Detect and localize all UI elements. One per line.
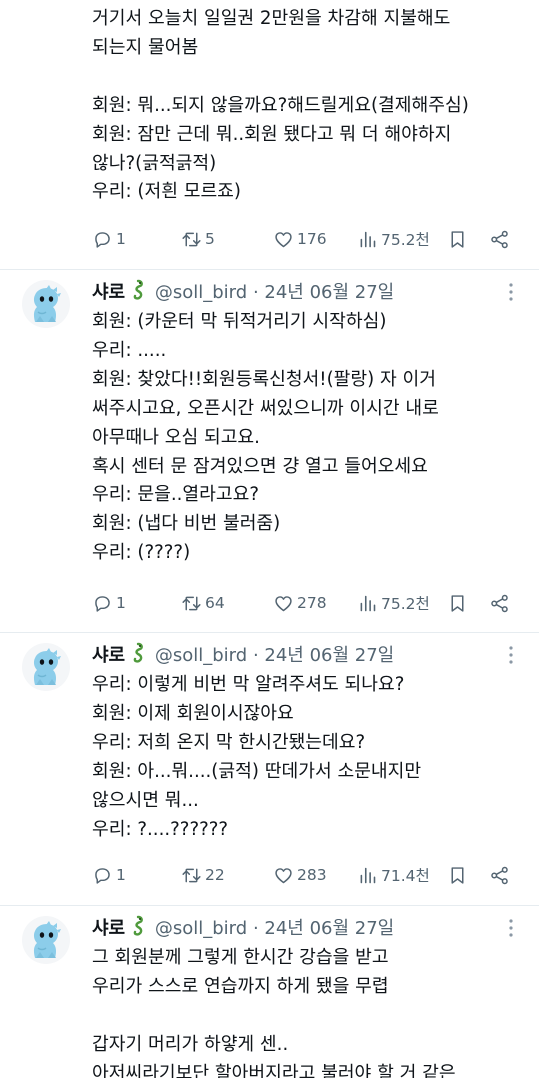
author-handle[interactable]: @soll_bird bbox=[155, 918, 247, 939]
bookmark-button[interactable] bbox=[447, 860, 468, 890]
reply-button[interactable]: 1 bbox=[92, 588, 126, 618]
tweet-0[interactable]: 거기서 오늘치 일일권 2만원을 차감해 지불해도 되는지 물어봄 회원: 뭐.… bbox=[0, 0, 539, 270]
reply-count: 1 bbox=[116, 594, 126, 612]
reply-icon bbox=[92, 865, 113, 886]
like-button[interactable]: 278 bbox=[273, 588, 327, 618]
views-count: 75.2천 bbox=[381, 595, 430, 613]
tweet-text: 회원: (카운터 막 뒤적거리기 시작하심) 우리: ..... 회원: 찾았다… bbox=[92, 311, 439, 564]
retweet-count: 64 bbox=[205, 594, 225, 612]
retweet-count: 5 bbox=[205, 230, 215, 248]
reply-icon bbox=[92, 593, 113, 614]
reply-button[interactable]: 1 bbox=[92, 860, 126, 890]
dragon-emoji-icon bbox=[129, 915, 147, 937]
author-name[interactable]: 샤로 bbox=[92, 918, 125, 939]
tweet-text: 그 회원분께 그렇게 한시간 강습을 받고 우리가 스스로 연습까지 하게 됐을… bbox=[92, 947, 456, 1078]
author-handle[interactable]: @soll_bird bbox=[155, 282, 247, 303]
share-icon bbox=[489, 229, 510, 250]
retweet-button[interactable]: 64 bbox=[181, 588, 225, 618]
tweet-date[interactable]: 24년 06월 27일 bbox=[264, 645, 394, 666]
share-button[interactable] bbox=[489, 860, 510, 890]
reply-icon bbox=[92, 229, 113, 250]
bookmark-icon bbox=[447, 865, 468, 886]
bookmark-button[interactable] bbox=[447, 588, 468, 618]
views-button[interactable]: 71.4천 bbox=[357, 860, 430, 890]
retweet-button[interactable]: 5 bbox=[181, 224, 215, 254]
author-name[interactable]: 샤로 bbox=[92, 282, 125, 303]
tweet-date[interactable]: 24년 06월 27일 bbox=[264, 282, 394, 303]
views-count: 71.4천 bbox=[381, 867, 430, 885]
author-name[interactable]: 샤로 bbox=[92, 645, 125, 666]
more-icon[interactable] bbox=[500, 644, 522, 666]
like-count: 278 bbox=[297, 594, 327, 612]
dragon-emoji-icon bbox=[129, 642, 147, 664]
like-icon bbox=[273, 229, 294, 250]
tweet-actions: 1 5 176 75.2천 bbox=[92, 224, 522, 254]
like-button[interactable]: 283 bbox=[273, 860, 327, 890]
avatar[interactable] bbox=[22, 280, 70, 328]
avatar[interactable] bbox=[22, 643, 70, 691]
retweet-icon bbox=[181, 865, 202, 886]
share-icon bbox=[489, 593, 510, 614]
more-icon[interactable] bbox=[500, 917, 522, 939]
reply-count: 1 bbox=[116, 230, 126, 248]
avatar[interactable] bbox=[22, 916, 70, 964]
like-icon bbox=[273, 593, 294, 614]
like-icon bbox=[273, 865, 294, 886]
tweet-3[interactable]: 샤로 @soll_bird · 24년 06월 27일 그 회원분께 그렇게 한… bbox=[0, 906, 539, 1078]
views-icon bbox=[357, 865, 378, 886]
tweet-actions: 1 22 283 71.4천 bbox=[92, 860, 522, 890]
share-icon bbox=[489, 865, 510, 886]
tweet-header: 샤로 @soll_bird · 24년 06월 27일 bbox=[92, 915, 394, 941]
more-icon[interactable] bbox=[500, 281, 522, 303]
tweet-date[interactable]: 24년 06월 27일 bbox=[264, 918, 394, 939]
bookmark-button[interactable] bbox=[447, 224, 468, 254]
tweet-actions: 1 64 278 75.2천 bbox=[92, 588, 522, 618]
tweet-text: 우리: 이렇게 비번 막 알려주셔도 되나요? 회원: 이제 회원이시잖아요 우… bbox=[92, 674, 422, 840]
views-icon bbox=[357, 229, 378, 250]
views-icon bbox=[357, 593, 378, 614]
tweet-header: 샤로 @soll_bird · 24년 06월 27일 bbox=[92, 279, 394, 305]
retweet-count: 22 bbox=[205, 866, 225, 884]
dragon-emoji-icon bbox=[129, 279, 147, 301]
like-button[interactable]: 176 bbox=[273, 224, 327, 254]
separator-dot: · bbox=[252, 282, 259, 303]
retweet-button[interactable]: 22 bbox=[181, 860, 225, 890]
reply-button[interactable]: 1 bbox=[92, 224, 126, 254]
reply-count: 1 bbox=[116, 866, 126, 884]
like-count: 176 bbox=[297, 230, 327, 248]
retweet-icon bbox=[181, 593, 202, 614]
separator-dot: · bbox=[252, 645, 259, 666]
tweet-2[interactable]: 샤로 @soll_bird · 24년 06월 27일 우리: 이렇게 비번 막… bbox=[0, 633, 539, 906]
tweet-header: 샤로 @soll_bird · 24년 06월 27일 bbox=[92, 642, 394, 668]
author-handle[interactable]: @soll_bird bbox=[155, 645, 247, 666]
views-button[interactable]: 75.2천 bbox=[357, 224, 430, 254]
share-button[interactable] bbox=[489, 588, 510, 618]
tweet-text: 거기서 오늘치 일일권 2만원을 차감해 지불해도 되는지 물어봄 회원: 뭐.… bbox=[92, 8, 469, 203]
bookmark-icon bbox=[447, 229, 468, 250]
share-button[interactable] bbox=[489, 224, 510, 254]
separator-dot: · bbox=[252, 918, 259, 939]
retweet-icon bbox=[181, 229, 202, 250]
views-count: 75.2천 bbox=[381, 231, 430, 249]
views-button[interactable]: 75.2천 bbox=[357, 588, 430, 618]
tweet-1[interactable]: 샤로 @soll_bird · 24년 06월 27일 회원: (카운터 막 뒤… bbox=[0, 270, 539, 633]
like-count: 283 bbox=[297, 866, 327, 884]
bookmark-icon bbox=[447, 593, 468, 614]
